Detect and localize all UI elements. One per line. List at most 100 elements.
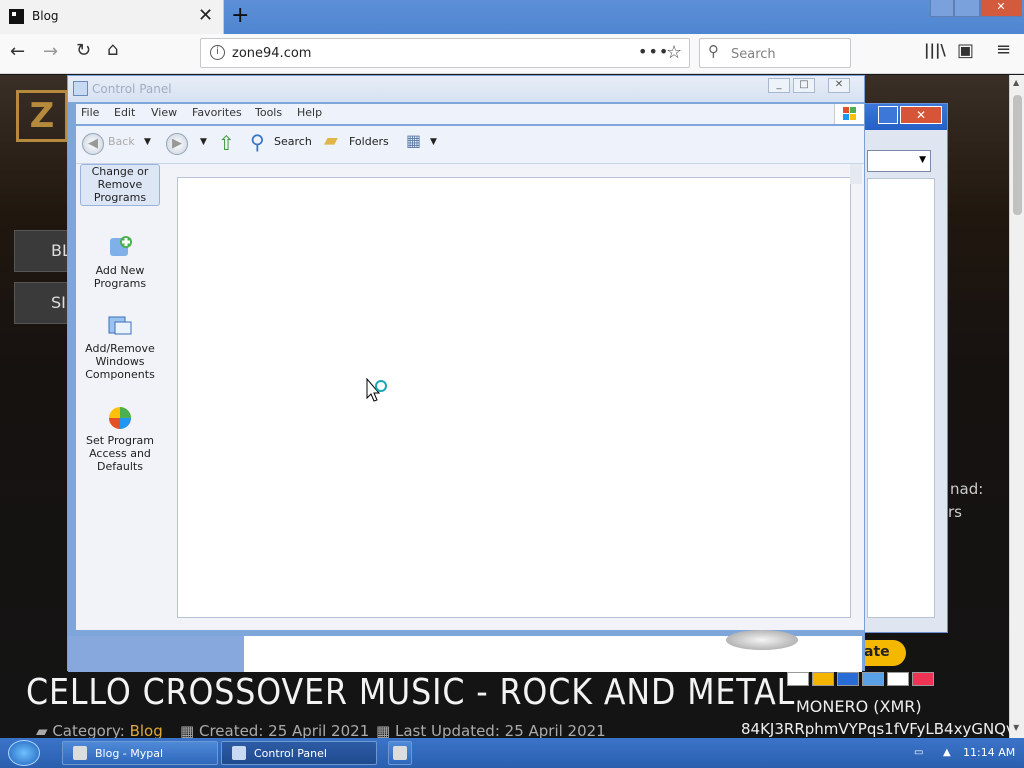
menu-edit[interactable]: Edit xyxy=(114,106,135,119)
taskbar-item-control-panel[interactable]: Control Panel xyxy=(221,741,377,765)
content-area xyxy=(164,164,864,630)
browser-tab[interactable]: Blog ✕ xyxy=(0,0,224,34)
monero-label: MONERO (XMR) xyxy=(796,697,922,716)
menu-tools[interactable]: Tools xyxy=(255,106,282,119)
bookmark-star-icon[interactable]: ☆ xyxy=(666,42,682,63)
taskbar-item-browser[interactable]: Blog - Mypal xyxy=(62,741,218,765)
menu-favorites[interactable]: Favorites xyxy=(192,106,242,119)
windows-components-icon xyxy=(108,316,132,335)
control-panel-icon xyxy=(73,81,88,96)
forward-button-icon[interactable]: ▶ xyxy=(166,133,188,155)
page-scrollbar[interactable]: ▲ ▼ xyxy=(1009,75,1024,738)
menu-icon[interactable]: ≡ xyxy=(996,39,1011,60)
back-label[interactable]: Back xyxy=(108,135,135,148)
scrollbar-thumb[interactable] xyxy=(1013,95,1022,215)
address-bar[interactable]: i zone94.com ••• ☆ xyxy=(200,38,690,68)
close-tab-icon[interactable]: ✕ xyxy=(198,5,213,26)
text-fragment: rs xyxy=(948,503,962,521)
add-new-programs-button[interactable]: Add New Programs xyxy=(80,234,160,290)
site-info-icon[interactable]: i xyxy=(210,45,225,60)
background-dropdown[interactable]: ▼ xyxy=(867,150,931,172)
url-text[interactable]: zone94.com xyxy=(232,46,311,61)
new-tab-icon[interactable]: + xyxy=(231,3,249,28)
background-close-button[interactable]: ✕ xyxy=(900,106,942,124)
reload-icon[interactable]: ↻ xyxy=(76,40,91,61)
scroll-up-icon[interactable]: ▲ xyxy=(1013,78,1019,87)
page-actions-icon[interactable]: ••• xyxy=(638,42,669,61)
change-remove-programs-button[interactable]: Change or Remove Programs xyxy=(80,164,160,206)
background-maximize-button[interactable] xyxy=(878,106,898,124)
control-panel-titlebar[interactable]: Control Panel _ □ ✕ xyxy=(68,76,864,102)
taskbar-item-label: Blog - Mypal xyxy=(95,747,164,760)
browser-navigation-bar: ← → ↻ ⌂ i zone94.com ••• ☆ ⚲ Search |||\… xyxy=(0,34,1024,74)
search-input[interactable]: ⚲ Search xyxy=(699,38,851,68)
search-button[interactable]: Search xyxy=(274,135,312,148)
menu-bar: File Edit View Favorites Tools Help xyxy=(76,104,864,124)
forward-arrow-icon[interactable]: → xyxy=(43,41,58,62)
app-icon xyxy=(393,746,407,760)
toolbar: ◀ Back ▼ ▶ ▼ ⇧ ⚲ Search ▰ Folders ▦ ▼ xyxy=(76,126,864,164)
views-dropdown-icon[interactable]: ▼ xyxy=(430,137,437,147)
article-title: CELLO CROSSOVER MUSIC - ROCK AND METAL xyxy=(26,672,796,713)
text-fragment: nad: xyxy=(950,480,984,498)
programs-list[interactable] xyxy=(177,177,851,618)
restore-window-button[interactable] xyxy=(954,0,980,17)
set-program-access-defaults-button[interactable]: Set Program Access and Defaults xyxy=(80,404,160,473)
payment-cards xyxy=(787,672,937,688)
list-scrollbar[interactable] xyxy=(850,164,862,184)
tray-expand-icon[interactable]: ▲ xyxy=(943,747,951,758)
keyboard-icon[interactable]: ▭ xyxy=(914,747,923,758)
background-window: ▼ xyxy=(862,103,948,633)
start-button-icon[interactable] xyxy=(8,740,40,766)
busy-cursor-icon xyxy=(366,377,390,409)
minimize-window-button[interactable] xyxy=(930,0,954,17)
add-new-programs-label: Add New Programs xyxy=(93,264,147,290)
program-defaults-icon xyxy=(109,407,131,429)
folders-button[interactable]: Folders xyxy=(349,135,389,148)
decoration-shape xyxy=(726,630,798,650)
control-panel-icon xyxy=(232,746,246,760)
sidebar-icon[interactable]: ▣ xyxy=(957,40,974,61)
taskbar: Blog - Mypal Control Panel ▭ ▲ 11:14 AM xyxy=(0,738,1024,768)
clock[interactable]: 11:14 AM xyxy=(963,746,1015,759)
mastercard-icon xyxy=(812,672,834,686)
monero-address: 84KJ3RRphmVYPqs1fVFyLB4xyGNQv1 xyxy=(741,720,1024,738)
nav-item-si[interactable]: SI xyxy=(14,282,72,324)
minimize-button[interactable]: _ xyxy=(768,78,790,93)
views-icon[interactable]: ▦ xyxy=(406,131,421,150)
up-folder-icon[interactable]: ⇧ xyxy=(218,131,235,155)
nav-item-label: SI xyxy=(51,293,66,312)
add-remove-windows-components-button[interactable]: Add/Remove Windows Components xyxy=(80,312,160,381)
browser-tab-bar: Blog ✕ + ✕ xyxy=(0,0,1024,34)
window-bottom-panel xyxy=(244,630,862,672)
maestro-card-icon xyxy=(837,672,859,686)
close-button[interactable]: ✕ xyxy=(828,78,850,93)
nav-item-blog[interactable]: BL xyxy=(14,230,72,272)
add-programs-icon xyxy=(110,236,132,256)
menu-help[interactable]: Help xyxy=(297,106,322,119)
task-sidebar: Change or Remove Programs Add New Progra… xyxy=(76,164,164,630)
back-arrow-icon[interactable]: ← xyxy=(10,41,25,62)
menu-file[interactable]: File xyxy=(81,106,99,119)
tab-title: Blog xyxy=(32,9,59,23)
library-icon[interactable]: |||\ xyxy=(924,41,946,59)
search-icon: ⚲ xyxy=(708,42,719,60)
donate-button[interactable]: ate xyxy=(862,640,906,666)
window-bottom-edge xyxy=(68,636,244,672)
search-placeholder: Search xyxy=(731,47,776,62)
chevron-down-icon: ▼ xyxy=(919,155,926,165)
taskbar-item-app[interactable] xyxy=(388,741,412,765)
donate-label: ate xyxy=(864,644,890,660)
back-button-icon[interactable]: ◀ xyxy=(82,133,104,155)
folders-icon: ▰ xyxy=(324,130,338,151)
windows-logo-icon xyxy=(834,104,864,124)
amex-card-icon xyxy=(862,672,884,686)
forward-dropdown-icon[interactable]: ▼ xyxy=(200,137,207,147)
back-dropdown-icon[interactable]: ▼ xyxy=(144,137,151,147)
add-remove-windows-components-label: Add/Remove Windows Components xyxy=(85,342,155,381)
maximize-button[interactable]: □ xyxy=(793,78,815,93)
close-window-button[interactable]: ✕ xyxy=(980,0,1022,17)
menu-view[interactable]: View xyxy=(151,106,177,119)
home-icon[interactable]: ⌂ xyxy=(107,39,118,60)
control-panel-window: Control Panel _ □ ✕ File Edit View Favor… xyxy=(67,75,865,672)
